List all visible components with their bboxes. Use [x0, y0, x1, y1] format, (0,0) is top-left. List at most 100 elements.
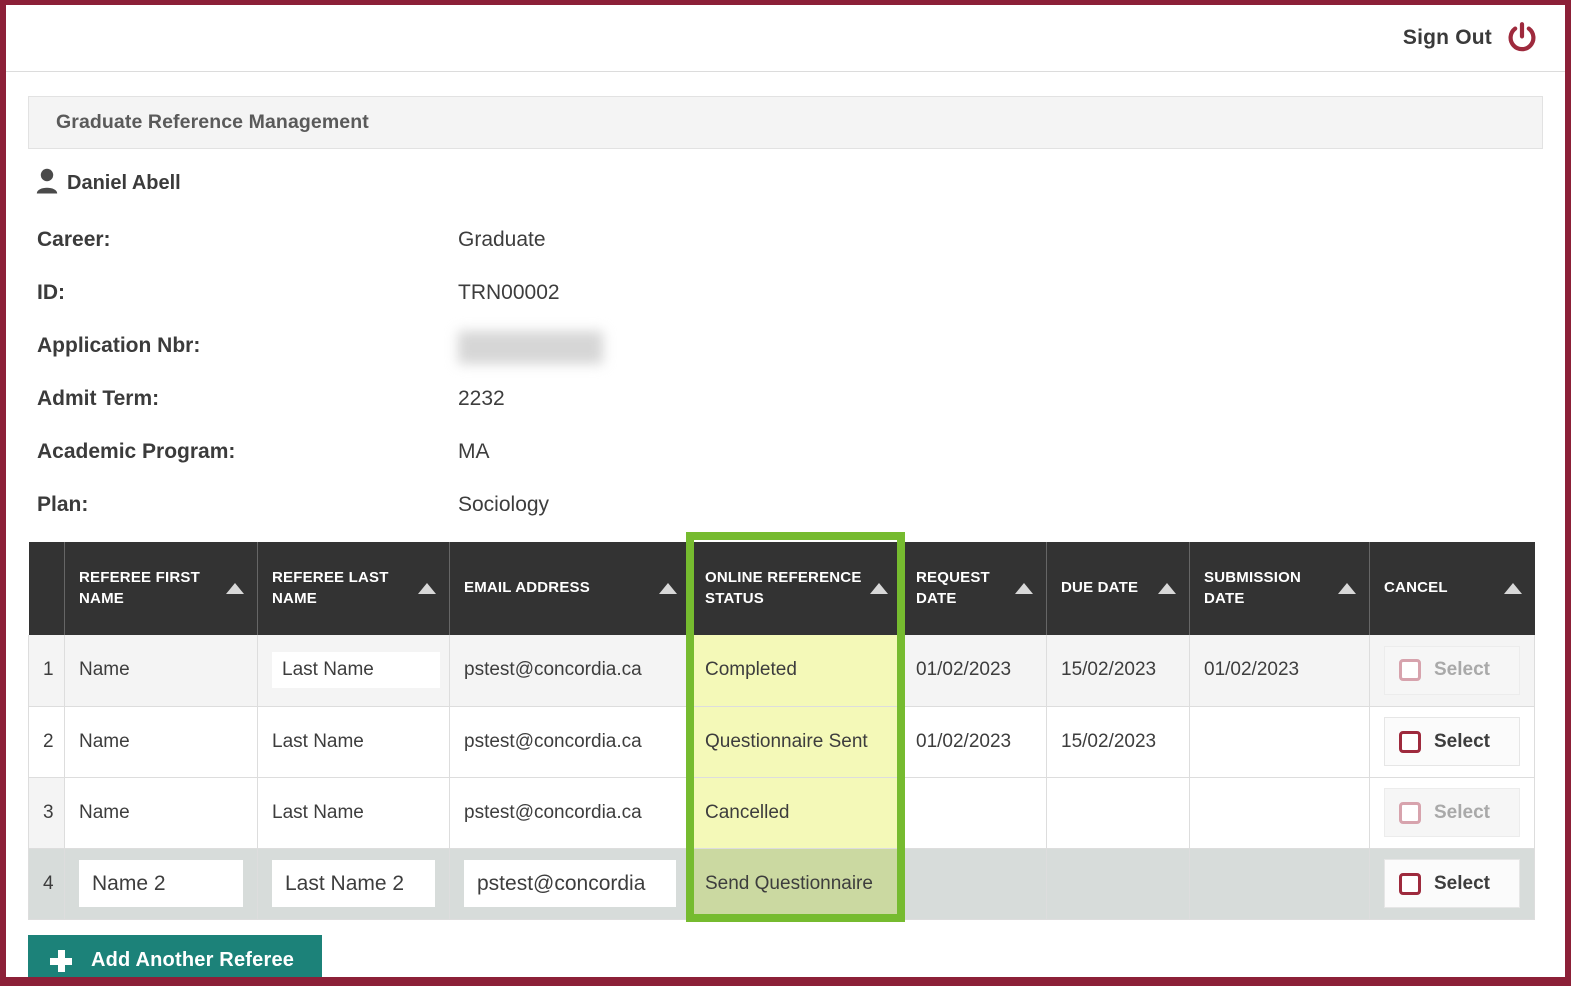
info-label: ID:: [37, 280, 65, 304]
info-label: Career:: [37, 227, 111, 251]
column-header-cancel[interactable]: CANCEL: [1369, 542, 1535, 635]
referee-last-name-input[interactable]: [272, 860, 435, 907]
column-label: REQUEST DATE: [916, 568, 990, 607]
page-title-panel: Graduate Reference Management: [28, 96, 1543, 149]
column-header-due-date[interactable]: DUE DATE: [1046, 542, 1190, 635]
sort-asc-icon[interactable]: [226, 583, 244, 594]
cell-submission-date: [1189, 777, 1370, 849]
info-label: Admit Term:: [37, 386, 160, 410]
plus-icon: [50, 949, 72, 972]
cell-referee-last-name: Last Name: [257, 635, 450, 707]
row-number: 1: [28, 635, 65, 707]
cancel-select-control[interactable]: Select: [1384, 859, 1520, 908]
status-badge: Cancelled: [705, 801, 790, 823]
cell-cancel: Select: [1369, 635, 1535, 707]
power-icon[interactable]: [1505, 21, 1539, 55]
cell-email-address: [449, 848, 691, 920]
sign-out-label: Sign Out: [1402, 26, 1492, 49]
column-label: SUBMISSION DATE: [1204, 568, 1302, 607]
info-value: MA: [458, 439, 490, 463]
checkbox-icon: [1399, 801, 1421, 824]
cell-cancel: Select: [1369, 848, 1535, 920]
cancel-select-control[interactable]: Select: [1384, 717, 1520, 766]
info-label: Academic Program:: [37, 439, 236, 463]
cell-email-address: pstest@concordia.ca: [449, 635, 691, 707]
referee-table: REFEREE FIRST NAME REFEREE LAST NAME EMA…: [28, 542, 1535, 920]
info-row-plan: Plan: Sociology: [6, 478, 1565, 531]
row-number: 2: [28, 706, 65, 778]
column-header-email-address[interactable]: EMAIL ADDRESS: [449, 542, 691, 635]
cell-online-reference-status: Completed: [690, 635, 902, 707]
cell-online-reference-status: Cancelled: [690, 777, 902, 849]
cell-cancel: Select: [1369, 706, 1535, 778]
email-address-input[interactable]: [464, 860, 676, 907]
cell-email-address: pstest@concordia.ca: [449, 777, 691, 849]
cell-due-date: 15/02/2023: [1046, 635, 1190, 707]
column-label: DUE DATE: [1061, 579, 1139, 597]
cell-submission-date: [1189, 706, 1370, 778]
info-value: TRN00002: [458, 280, 560, 304]
column-header-referee-first-name[interactable]: REFEREE FIRST NAME: [64, 542, 258, 635]
info-row-career: Career: Graduate: [6, 213, 1565, 266]
cell-referee-last-name: [257, 848, 450, 920]
student-name: Daniel Abell: [67, 172, 181, 194]
sort-asc-icon[interactable]: [1503, 583, 1522, 594]
cell-online-reference-status: Send Questionnaire: [690, 848, 902, 920]
referee-table-wrapper: REFEREE FIRST NAME REFEREE LAST NAME EMA…: [28, 532, 1543, 922]
info-row-admit-term: Admit Term: 2232: [6, 372, 1565, 425]
page-title: Graduate Reference Management: [56, 111, 369, 133]
cell-submission-date: [1189, 848, 1370, 920]
cancel-select-control: Select: [1384, 788, 1520, 837]
user-icon: [36, 168, 58, 199]
top-bar: Sign Out: [6, 5, 1565, 72]
column-header-referee-last-name[interactable]: REFEREE LAST NAME: [257, 542, 450, 635]
student-identity: Daniel Abell: [36, 168, 1565, 199]
student-info-list: Career: Graduate ID: TRN00002 Applicatio…: [6, 213, 1565, 531]
cell-request-date: 01/02/2023: [901, 706, 1047, 778]
cell-request-date: 01/02/2023: [901, 635, 1047, 707]
status-badge: Questionnaire Sent: [705, 730, 868, 752]
sort-asc-icon[interactable]: [1158, 583, 1176, 594]
sign-out-button[interactable]: Sign Out: [1403, 21, 1539, 55]
cell-email-address: pstest@concordia.ca: [449, 706, 691, 778]
sort-asc-icon[interactable]: [418, 583, 436, 594]
cell-referee-first-name: Name: [64, 777, 258, 849]
cell-referee-first-name: Name: [64, 706, 258, 778]
column-header-submission-date[interactable]: SUBMISSION DATE: [1189, 542, 1370, 635]
cell-due-date: [1046, 777, 1190, 849]
sort-asc-icon[interactable]: [1015, 583, 1033, 594]
select-label: Select: [1434, 730, 1490, 752]
sort-asc-icon[interactable]: [870, 583, 888, 594]
cell-referee-first-name: [64, 848, 258, 920]
sort-asc-icon[interactable]: [1338, 583, 1356, 594]
referee-first-name-input[interactable]: [79, 860, 243, 907]
select-label: Select: [1434, 659, 1490, 681]
cell-referee-first-name: Name: [64, 635, 258, 707]
info-label: Application Nbr:: [37, 333, 201, 357]
column-label: EMAIL ADDRESS: [464, 579, 590, 597]
column-header-online-reference-status[interactable]: ONLINE REFERENCE STATUS: [690, 542, 902, 635]
cell-due-date: [1046, 848, 1190, 920]
row-number: 4: [28, 848, 65, 920]
info-value: 2232: [458, 386, 505, 410]
column-header-request-date[interactable]: REQUEST DATE: [901, 542, 1047, 635]
select-label: Select: [1434, 801, 1490, 823]
table-row: 3 Name Last Name pstest@concordia.ca Can…: [28, 777, 1535, 849]
info-row-academic-program: Academic Program: MA: [6, 425, 1565, 478]
column-label: CANCEL: [1384, 579, 1448, 597]
add-another-referee-button[interactable]: Add Another Referee: [28, 934, 323, 977]
cell-request-date: [901, 777, 1047, 849]
redacted-value: [458, 331, 603, 364]
info-label: Plan:: [37, 492, 89, 516]
column-label: REFEREE LAST NAME: [272, 568, 389, 607]
checkbox-icon[interactable]: [1399, 872, 1421, 895]
table-row: 1 Name Last Name pstest@concordia.ca Com…: [28, 635, 1535, 707]
checkbox-icon: [1399, 659, 1421, 682]
info-value: Sociology: [458, 492, 550, 516]
sort-asc-icon[interactable]: [659, 583, 677, 594]
cell-due-date: 15/02/2023: [1046, 706, 1190, 778]
cell-referee-last-name: Last Name: [257, 706, 450, 778]
cell-cancel: Select: [1369, 777, 1535, 849]
column-label: ONLINE REFERENCE STATUS: [705, 568, 862, 607]
checkbox-icon[interactable]: [1399, 730, 1421, 753]
